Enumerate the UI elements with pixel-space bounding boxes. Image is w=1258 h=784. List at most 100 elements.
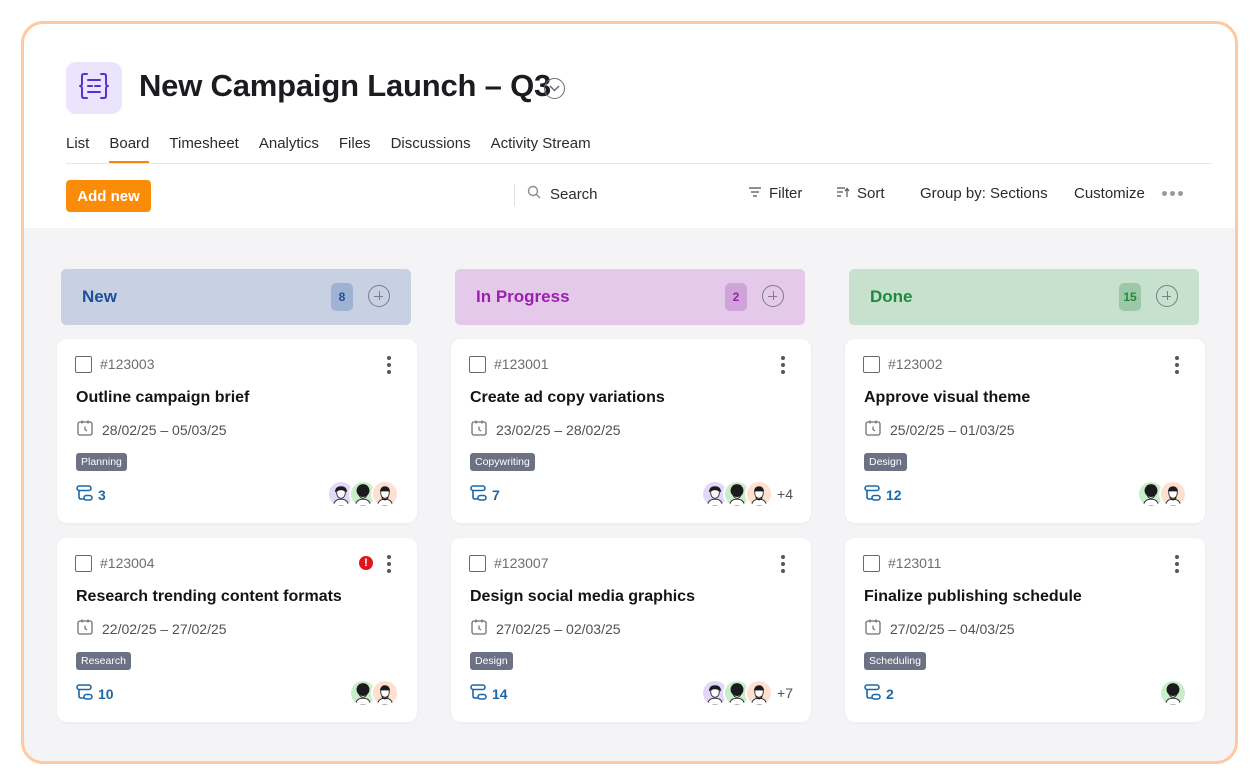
task-checkbox[interactable]: [75, 555, 92, 572]
tab-list[interactable]: List: [66, 133, 89, 162]
toolbar: Add new Search Filter Sort Group by: Sec…: [24, 164, 1235, 228]
task-id: #123004: [100, 555, 155, 571]
kebab-menu-icon[interactable]: [1175, 555, 1179, 573]
calendar-icon: [470, 419, 488, 440]
more-assignees-count[interactable]: +4: [777, 486, 793, 502]
tab-files[interactable]: Files: [339, 133, 371, 162]
column-header: Done 15: [849, 269, 1199, 325]
tab-activity-stream[interactable]: Activity Stream: [491, 133, 591, 162]
task-checkbox[interactable]: [469, 356, 486, 373]
subtasks-icon: [470, 485, 488, 504]
assignees[interactable]: [1137, 480, 1187, 508]
avatar[interactable]: [745, 679, 774, 707]
subtasks-count[interactable]: 10: [76, 684, 114, 703]
task-date-range: 25/02/25 – 01/03/25: [890, 421, 1015, 438]
assignees[interactable]: +7: [701, 679, 793, 707]
assignees[interactable]: [1159, 679, 1187, 707]
column-title: New: [82, 287, 117, 306]
column-count-badge: 8: [331, 283, 353, 311]
group-by-dropdown[interactable]: Group by: Sections: [920, 185, 1048, 202]
task-date-range: 22/02/25 – 27/02/25: [102, 620, 227, 637]
task-dates: 23/02/25 – 28/02/25: [470, 419, 621, 440]
customize-button[interactable]: Customize: [1074, 185, 1145, 202]
task-card[interactable]: #123007 Design social media graphics 27/02…: [451, 538, 811, 722]
assignees[interactable]: [327, 480, 399, 508]
tab-timesheet[interactable]: Timesheet: [169, 133, 238, 162]
avatar[interactable]: [1159, 679, 1187, 707]
task-card[interactable]: #123001 Create ad copy variations 23/02/25…: [451, 339, 811, 523]
column-header: New 8: [61, 269, 411, 325]
subtasks-count[interactable]: 12: [864, 485, 902, 504]
column-done: Done 15 #123002 Approve visual theme 25/02…: [845, 269, 1205, 722]
task-tag: Scheduling: [864, 652, 926, 670]
column-count-badge: 15: [1119, 283, 1141, 311]
column-count-badge: 2: [725, 283, 747, 311]
toolbar-divider: [514, 184, 515, 206]
kebab-menu-icon[interactable]: [1175, 356, 1179, 374]
subtasks-count[interactable]: 7: [470, 485, 500, 504]
add-card-icon[interactable]: [762, 285, 784, 307]
more-options-icon[interactable]: [1162, 191, 1183, 196]
avatar[interactable]: [745, 480, 774, 508]
kebab-menu-icon[interactable]: [781, 555, 785, 573]
subtasks-number: 3: [98, 486, 106, 503]
task-id: #123007: [494, 555, 549, 571]
subtasks-number: 12: [886, 486, 902, 503]
task-checkbox[interactable]: [863, 555, 880, 572]
brackets-list-icon: [78, 71, 110, 106]
calendar-icon: [76, 618, 94, 639]
calendar-icon: [470, 618, 488, 639]
task-tag: Copywriting: [470, 453, 535, 471]
task-date-range: 27/02/25 – 02/03/25: [496, 620, 621, 637]
search-icon: [527, 185, 541, 203]
task-card[interactable]: #123003 Outline campaign brief 28/02/25 – …: [57, 339, 417, 523]
add-card-icon[interactable]: [368, 285, 390, 307]
filter-icon: [748, 185, 762, 202]
sort-icon: [836, 185, 850, 202]
sort-label: Sort: [857, 185, 885, 202]
filter-button[interactable]: Filter: [748, 185, 802, 202]
kebab-menu-icon[interactable]: [781, 356, 785, 374]
task-card[interactable]: #123002 Approve visual theme 25/02/25 – 01…: [845, 339, 1205, 523]
kebab-menu-icon[interactable]: [387, 555, 391, 573]
task-tag: Research: [76, 652, 131, 670]
tab-discussions[interactable]: Discussions: [391, 133, 471, 162]
app-window: New Campaign Launch – Q3 List Board Time…: [21, 21, 1238, 764]
column-in-progress: In Progress 2 #123001 Create ad copy vari…: [451, 269, 811, 722]
tab-analytics[interactable]: Analytics: [259, 133, 319, 162]
calendar-icon: [864, 618, 882, 639]
sort-button[interactable]: Sort: [836, 185, 885, 202]
task-card[interactable]: #123011 Finalize publishing schedule 27/02…: [845, 538, 1205, 722]
task-dates: 22/02/25 – 27/02/25: [76, 618, 227, 639]
assignees[interactable]: [349, 679, 399, 707]
tab-board[interactable]: Board: [109, 133, 150, 163]
avatar[interactable]: [371, 679, 399, 707]
kebab-menu-icon[interactable]: [387, 356, 391, 374]
task-title: Outline campaign brief: [76, 389, 250, 406]
add-new-button[interactable]: Add new: [66, 180, 151, 212]
task-dates: 28/02/25 – 05/03/25: [76, 419, 227, 440]
add-card-icon[interactable]: [1156, 285, 1178, 307]
subtasks-count[interactable]: 3: [76, 485, 106, 504]
more-assignees-count[interactable]: +7: [777, 685, 793, 701]
subtasks-icon: [76, 684, 94, 703]
subtasks-icon: [864, 485, 882, 504]
alert-icon: !: [359, 556, 373, 570]
column-title: In Progress: [476, 287, 570, 306]
subtasks-count[interactable]: 14: [470, 684, 508, 703]
subtasks-icon: [76, 485, 94, 504]
chevron-down-icon[interactable]: [544, 78, 565, 99]
avatar[interactable]: [1159, 480, 1187, 508]
task-checkbox[interactable]: [469, 555, 486, 572]
task-title: Research trending content formats: [76, 588, 342, 605]
subtasks-count[interactable]: 2: [864, 684, 894, 703]
assignees[interactable]: +4: [701, 480, 793, 508]
subtasks-number: 10: [98, 685, 114, 702]
task-tag: Planning: [76, 453, 127, 471]
avatar[interactable]: [371, 480, 399, 508]
task-card[interactable]: #123004! Research trending content format…: [57, 538, 417, 722]
task-id: #123002: [888, 356, 943, 372]
task-checkbox[interactable]: [863, 356, 880, 373]
search-input[interactable]: Search: [527, 185, 598, 203]
task-checkbox[interactable]: [75, 356, 92, 373]
